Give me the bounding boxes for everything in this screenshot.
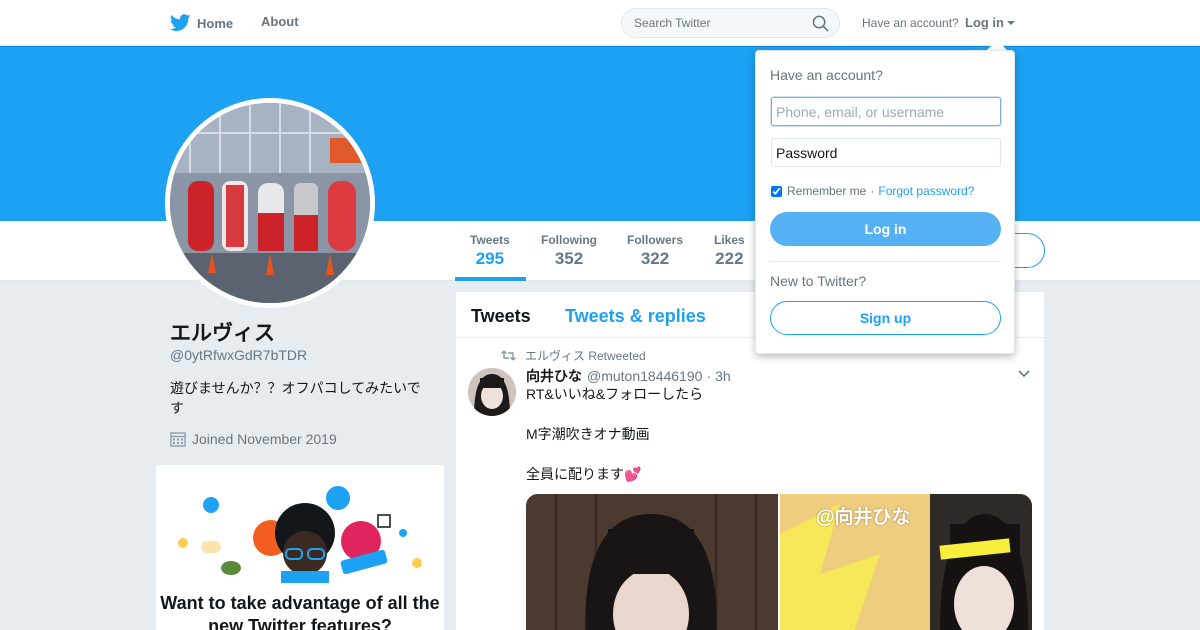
tweet-line xyxy=(526,404,1016,424)
signup-button[interactable]: Sign up xyxy=(770,301,1001,335)
media-photo-right[interactable]: @向井ひな xyxy=(780,494,1032,630)
tab-tweets[interactable]: Tweets xyxy=(471,306,531,327)
have-account-text: Have an account? xyxy=(862,16,959,30)
active-tab-indicator xyxy=(455,277,526,281)
stat-likes-label: Likes xyxy=(714,233,745,247)
search-box xyxy=(621,8,840,38)
chevron-down-icon[interactable] xyxy=(1018,370,1030,378)
tweet-line: M字潮吹きオナ動画 xyxy=(526,426,650,442)
promo-card: Want to take advantage of all the new Tw… xyxy=(156,465,444,630)
top-navigation: Home About Have an account? Log in xyxy=(0,0,1200,46)
tweet-text: RT&いいね&フォローしたら M字潮吹きオナ動画 全員に配ります💕 xyxy=(526,384,1016,484)
forgot-password-link[interactable]: Forgot password? xyxy=(878,184,974,198)
retweet-icon xyxy=(501,350,516,361)
promo-title: Want to take advantage of all the new Tw… xyxy=(160,593,440,630)
avatar-image xyxy=(170,103,370,303)
login-button[interactable]: Log in xyxy=(770,212,1001,246)
stat-tweets[interactable]: Tweets 295 xyxy=(470,233,510,269)
remember-row: Remember me · Forgot password? xyxy=(771,184,974,198)
stat-tweets-label: Tweets xyxy=(470,233,510,247)
tweet-time[interactable]: 3h xyxy=(715,368,731,384)
stat-followers-label: Followers xyxy=(627,233,684,247)
nav-about-link[interactable]: About xyxy=(261,14,299,29)
profile-bio: 遊びませんか？？オフパコしてみたいです xyxy=(170,380,421,416)
remember-separator: · xyxy=(870,184,875,198)
tweet-line xyxy=(526,444,1016,464)
new-to-twitter-text: New to Twitter? xyxy=(770,273,867,289)
tweet-header: 向井ひな @muton18446190 · 3h xyxy=(526,366,731,386)
password-field[interactable] xyxy=(771,138,1001,167)
nav-home-link[interactable]: Home xyxy=(170,14,233,32)
nav-about-label: About xyxy=(261,14,299,29)
stat-followers-value: 322 xyxy=(640,249,670,268)
profile-joined: Joined November 2019 xyxy=(170,431,337,447)
tab-tweets-and-replies[interactable]: Tweets & replies xyxy=(565,306,706,327)
profile-avatar[interactable] xyxy=(165,98,375,308)
calendar-icon xyxy=(170,432,186,447)
tweet-separator: · xyxy=(706,368,712,384)
nav-home-label: Home xyxy=(197,15,234,31)
login-dropdown: Have an account? Remember me · Forgot pa… xyxy=(755,50,1015,354)
tweet-author-avatar[interactable] xyxy=(468,368,516,416)
login-label: Log in xyxy=(965,15,1004,30)
stat-tweets-value: 295 xyxy=(475,249,505,268)
stat-likes-value: 222 xyxy=(715,249,744,268)
stat-followers[interactable]: Followers 322 xyxy=(627,233,683,269)
remember-checkbox[interactable] xyxy=(771,185,782,197)
tweet-media[interactable]: @向井ひな xyxy=(526,494,1032,630)
stat-following-label: Following xyxy=(541,233,597,247)
tweet-author-handle[interactable]: @muton18446190 xyxy=(587,368,702,384)
stat-following[interactable]: Following 352 xyxy=(541,233,597,269)
tweet-line: 全員に配ります💕 xyxy=(526,466,642,482)
retweet-context: エルヴィス Retweeted xyxy=(501,347,646,364)
search-icon[interactable] xyxy=(812,15,829,32)
profile-name[interactable]: エルヴィス xyxy=(170,317,275,347)
joined-text: Joined November 2019 xyxy=(192,431,337,447)
login-dropdown-toggle[interactable]: Log in xyxy=(965,15,1015,30)
stat-likes[interactable]: Likes 222 xyxy=(714,233,745,269)
tweet-author-name[interactable]: 向井ひな xyxy=(526,366,582,386)
media-photo-left[interactable] xyxy=(526,494,778,630)
stat-following-value: 352 xyxy=(554,249,584,268)
dropdown-arrow xyxy=(987,40,1007,50)
profile-handle[interactable]: @0ytRfwxGdR7bTDR xyxy=(170,347,307,363)
search-input[interactable] xyxy=(634,16,804,30)
twitter-bird-icon xyxy=(170,14,191,31)
tweet-line: RT&いいね&フォローしたら xyxy=(526,386,704,402)
dropdown-title: Have an account? xyxy=(770,67,883,83)
promo-illustration xyxy=(178,486,422,583)
media-caption: @向井ひな xyxy=(816,507,911,528)
caret-down-icon xyxy=(1007,20,1015,25)
retweeted-by-text[interactable]: エルヴィス Retweeted xyxy=(525,347,646,364)
divider xyxy=(770,261,1001,262)
remember-label[interactable]: Remember me xyxy=(787,184,866,198)
username-field[interactable] xyxy=(771,97,1001,126)
